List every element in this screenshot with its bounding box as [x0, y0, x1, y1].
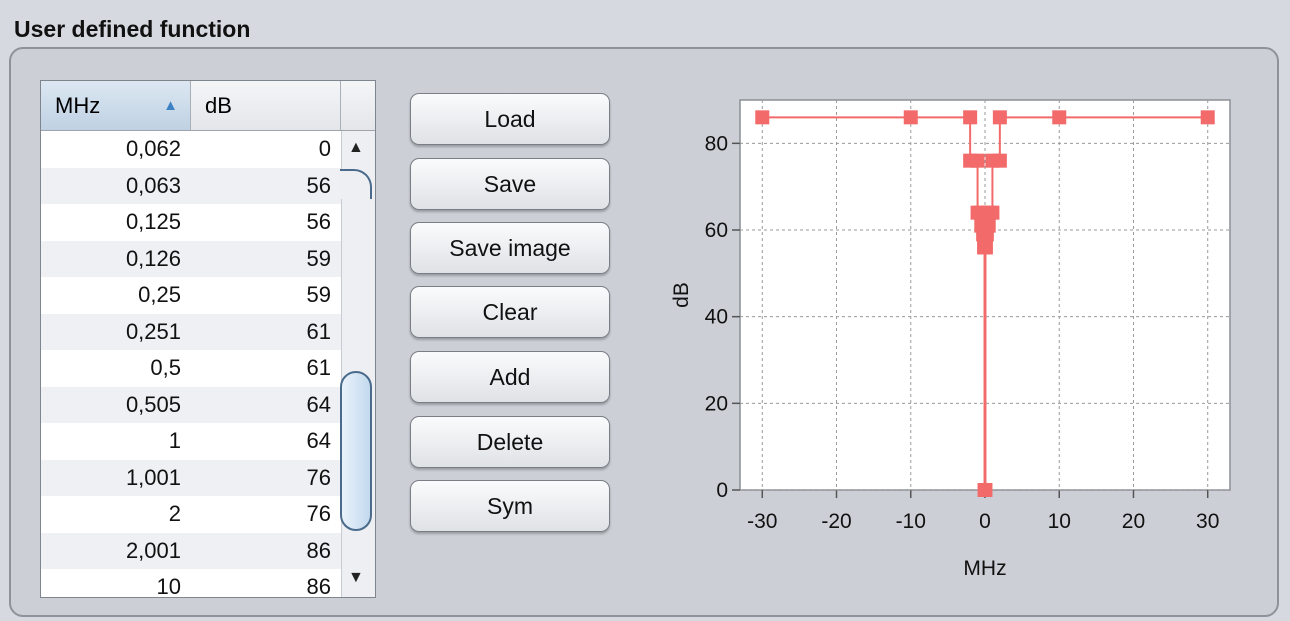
table-row[interactable]: 0,063 56: [41, 167, 341, 204]
data-point: [1052, 110, 1067, 125]
table-row[interactable]: 2,001 86: [41, 532, 341, 569]
data-point: [985, 205, 1000, 220]
frequency-table[interactable]: MHz ▲ dB 0,062 0 0,063 56 0,125 56 0,126 59 0,25…: [40, 80, 376, 598]
table-row[interactable]: 0,251 61: [41, 313, 341, 350]
cell-db: 0: [318, 136, 331, 161]
data-point: [992, 153, 1007, 168]
data-point: [978, 240, 993, 255]
table-row[interactable]: 2 76: [41, 496, 341, 533]
x-tick-label: -10: [896, 510, 926, 533]
cell-mhz: 0,063: [125, 172, 181, 198]
cell-mhz: 2: [168, 501, 181, 526]
add-button[interactable]: Add: [410, 351, 610, 403]
delete-button[interactable]: Delete: [410, 416, 610, 468]
cell-mhz: 1: [168, 428, 181, 453]
scroll-track-top: [340, 169, 372, 199]
column-header-mhz-label: MHz: [55, 93, 101, 118]
table-header: MHz ▲ dB: [41, 81, 375, 131]
x-tick-label: 30: [1196, 510, 1219, 533]
sym-button[interactable]: Sym: [410, 480, 610, 532]
x-tick-label: -30: [747, 510, 777, 533]
cell-db: 76: [306, 464, 331, 490]
table-row[interactable]: 0,25 59: [41, 277, 341, 314]
table-row[interactable]: 10 86: [41, 569, 341, 597]
table-body: 0,062 0 0,063 56 0,125 56 0,126 59 0,25 59 0,251 61…: [41, 131, 341, 597]
y-tick-label: 0: [716, 479, 728, 502]
sort-ascending-icon: ▲: [163, 97, 178, 114]
cell-db: 76: [306, 501, 331, 526]
cell-mhz: 0,126: [125, 245, 181, 271]
cell-mhz: 10: [156, 574, 181, 597]
function-chart: -30 -20 -10 0 10 20 30 0 20 40 60 80 MHz dB: [670, 99, 1231, 580]
data-point: [970, 153, 985, 168]
y-tick-label: 20: [705, 392, 728, 415]
cell-mhz: 0,505: [125, 391, 181, 417]
y-tick-label: 80: [705, 132, 728, 155]
save-button[interactable]: Save: [410, 158, 610, 210]
load-button[interactable]: Load: [410, 93, 610, 145]
column-header-db[interactable]: dB: [191, 81, 341, 130]
cell-mhz: 0,125: [125, 209, 181, 234]
data-point: [1200, 110, 1215, 125]
scroll-up-icon[interactable]: ▲: [348, 139, 364, 157]
table-row[interactable]: 0,062 0: [41, 131, 341, 168]
x-tick-label: -20: [821, 510, 851, 533]
table-row[interactable]: 0,126 59: [41, 240, 341, 277]
scroll-thumb[interactable]: [340, 371, 372, 531]
cell-db: 86: [306, 537, 331, 563]
cell-db: 61: [306, 318, 331, 344]
table-row[interactable]: 1 64: [41, 423, 341, 460]
cell-mhz: 0,251: [125, 318, 181, 344]
cell-mhz: 2,001: [125, 537, 181, 563]
save-image-button[interactable]: Save image: [410, 222, 610, 274]
column-header-mhz[interactable]: MHz ▲: [41, 81, 191, 130]
data-point: [992, 110, 1007, 125]
x-tick-label: 20: [1122, 510, 1145, 533]
y-axis-label: dB: [670, 282, 693, 308]
cell-mhz: 1,001: [125, 464, 181, 490]
scroll-down-icon[interactable]: ▼: [348, 569, 364, 587]
cell-db: 56: [306, 172, 331, 198]
cell-db: 59: [306, 282, 331, 307]
section-title: User defined function: [14, 16, 251, 42]
y-tick-label: 40: [705, 306, 728, 329]
cell-db: 64: [306, 391, 331, 417]
y-tick-label: 60: [705, 219, 728, 242]
cell-db: 59: [306, 245, 331, 271]
cell-mhz: 0,5: [150, 355, 181, 380]
x-axis-label: MHz: [963, 557, 1006, 580]
cell-db: 61: [306, 355, 331, 380]
cell-db: 56: [306, 209, 331, 234]
table-row[interactable]: 0,5 61: [41, 350, 341, 387]
cell-mhz: 0,25: [138, 282, 181, 307]
table-row[interactable]: 0,505 64: [41, 386, 341, 423]
column-header-corner: [341, 81, 375, 130]
data-point: [963, 110, 978, 125]
table-row[interactable]: 1,001 76: [41, 459, 341, 496]
clear-button[interactable]: Clear: [410, 286, 610, 338]
cell-mhz: 0,062: [125, 136, 181, 161]
data-point: [981, 218, 996, 233]
data-point: [978, 483, 993, 497]
cell-db: 64: [306, 428, 331, 453]
table-row[interactable]: 0,125 56: [41, 204, 341, 241]
data-point: [755, 110, 770, 125]
x-tick-label: 0: [979, 510, 991, 533]
x-tick-label: 10: [1048, 510, 1071, 533]
data-point: [903, 110, 918, 125]
cell-db: 86: [306, 574, 331, 597]
vertical-scrollbar[interactable]: ▲ ▼: [340, 131, 375, 597]
